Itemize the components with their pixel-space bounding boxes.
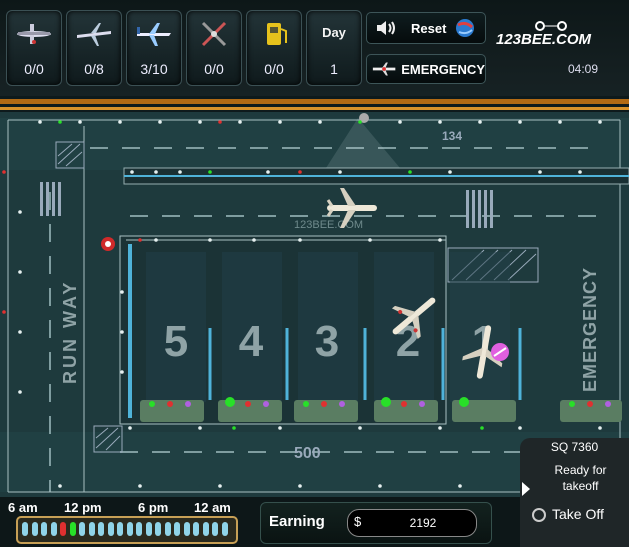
emergency-stand	[560, 400, 622, 422]
day-label: Day	[322, 25, 346, 40]
gate-number-3: 3	[315, 317, 339, 366]
timeline-label-12pm: 12 pm	[64, 500, 102, 515]
takeoff-button[interactable]: Take Off	[530, 504, 626, 526]
fuel-pump-icon	[267, 23, 287, 45]
stat-fuel-value: 0/0	[264, 61, 284, 77]
flight-info-panel: SQ 7360 Ready for takeoff Take Off	[520, 438, 629, 547]
timeline-segment	[31, 522, 38, 536]
gate-number-4: 4	[239, 317, 264, 366]
globe-reset-icon	[456, 19, 475, 37]
flight-code: SQ 7360	[550, 440, 599, 454]
timeline-segment	[136, 522, 142, 536]
taxiway-number-top: 134	[442, 129, 462, 143]
gate-stand-1	[452, 397, 516, 422]
stat-repairs: 0/0	[186, 10, 242, 86]
timeline-segment	[221, 522, 228, 536]
currency-symbol: $	[354, 514, 362, 529]
svg-text:123BEE.COM: 123BEE.COM	[496, 31, 592, 48]
earning-panel: Earning $ 2192	[260, 502, 492, 544]
timeline-segment	[79, 522, 85, 536]
takeoff-radio[interactable]	[532, 508, 546, 522]
timeline-segment	[50, 522, 57, 536]
panel-arrow-icon	[522, 482, 530, 496]
emergency-zone-label: EMERGENCY	[580, 267, 600, 392]
timeline-segment	[126, 522, 133, 536]
map-pin-icon[interactable]	[101, 237, 115, 251]
bee-logo-icon: 123BEE.COM	[496, 21, 592, 48]
emergency-button[interactable]: EMERGENCY	[366, 54, 486, 84]
earning-label: Earning	[269, 513, 325, 530]
reset-label: Reset	[411, 20, 447, 36]
repair-tools-icon	[201, 21, 227, 47]
stat-taxiing-value: 0/0	[24, 61, 44, 77]
emergency-plane-icon	[372, 62, 396, 76]
gate-stand-5	[140, 400, 204, 422]
takeoff-alert-icon[interactable]	[491, 343, 509, 361]
timeline-segment	[88, 522, 95, 536]
brand-logo: 123BEE.COM	[496, 18, 616, 48]
timeline-segment	[41, 522, 47, 536]
gate-number-5: 5	[164, 317, 188, 366]
earning-value-field: $ 2192	[347, 509, 477, 537]
day-counter: Day 1	[306, 10, 362, 86]
timeline-segment	[145, 522, 152, 536]
earning-value: 2192	[409, 516, 437, 530]
taxiway-number-bottom: 500	[294, 445, 321, 462]
timeline-segment	[117, 522, 123, 536]
timeline-segment	[22, 522, 28, 536]
airliner-icon	[137, 23, 171, 46]
divider-stripe	[0, 99, 629, 104]
stat-jets-value: 0/8	[84, 61, 104, 77]
taxiing-plane-icon	[17, 24, 51, 44]
timeline-segment	[155, 522, 161, 536]
field-watermark: 123BEE.COM	[294, 219, 363, 231]
timeline-segment	[107, 522, 114, 536]
takeoff-label: Take Off	[552, 506, 604, 522]
game-clock: 04:09	[568, 62, 599, 76]
gate-stand-3	[294, 400, 358, 422]
stat-jets: 0/8	[66, 10, 122, 86]
stat-taxiing: 0/0	[6, 10, 62, 86]
flight-status: Ready for takeoff	[554, 463, 607, 493]
jet-plane-icon	[77, 23, 111, 46]
timeline-segment	[174, 522, 180, 536]
timeline-label-6pm: 6 pm	[138, 500, 169, 515]
stat-repairs-value: 0/0	[204, 61, 224, 77]
timeline-label-6am: 6 am	[8, 500, 38, 515]
stat-airliners-value: 3/10	[140, 61, 168, 77]
gate-stand-2	[374, 397, 438, 422]
day-timeline	[16, 516, 238, 544]
timeline-segment	[69, 522, 76, 536]
emergency-label: EMERGENCY	[401, 61, 485, 77]
timeline-segment	[193, 522, 199, 536]
reset-button[interactable]: Reset	[366, 12, 486, 44]
speaker-icon[interactable]	[371, 16, 401, 40]
timeline-segment	[202, 522, 209, 536]
stat-fuel: 0/0	[246, 10, 302, 86]
divider-stripe-accent	[0, 107, 629, 110]
day-value: 1	[330, 61, 338, 77]
timeline-segment	[183, 522, 190, 536]
stat-airliners: 3/10	[126, 10, 182, 86]
timeline-segment	[212, 522, 218, 536]
gate-stand-4	[218, 397, 282, 422]
timeline-label-12am: 12 am	[194, 500, 231, 515]
timeline-segment	[164, 522, 171, 536]
timeline-segment	[98, 522, 104, 536]
top-status-bar: 0/0 0/8 3/10 0/0 0/0 Day 1 Reset EMERGEN…	[0, 0, 629, 96]
timeline-segment	[60, 522, 66, 536]
runway-label: RUN WAY	[60, 280, 80, 384]
